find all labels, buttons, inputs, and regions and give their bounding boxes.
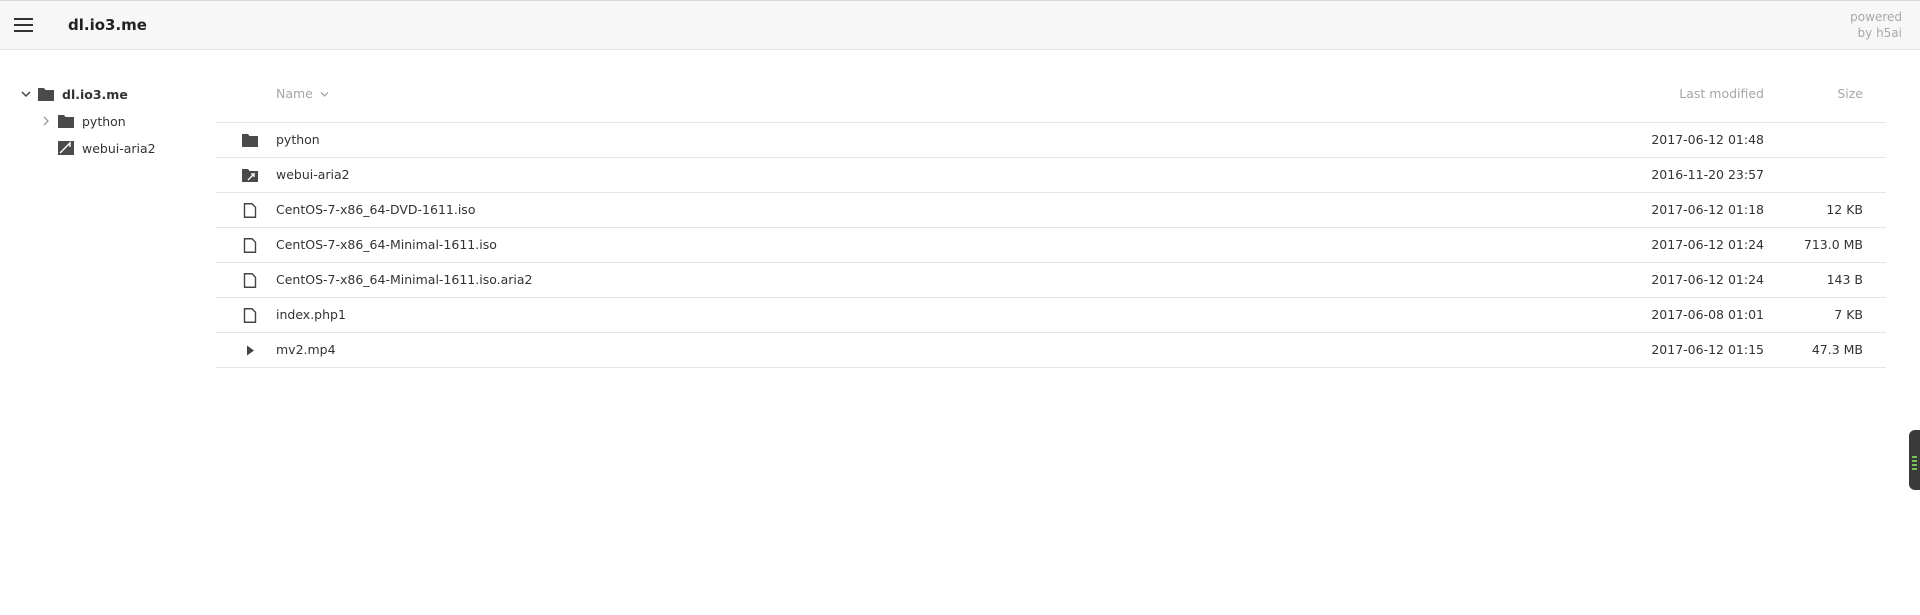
chevron-right-icon[interactable]	[40, 115, 52, 127]
tree-item-label: python	[82, 113, 126, 129]
file-modified: 2017-06-12 01:18	[1651, 202, 1764, 217]
file-size: 47.3 MB	[1811, 342, 1863, 357]
list-header: Name Last modified Size	[216, 82, 1886, 123]
column-name-label: Name	[276, 86, 313, 101]
list-item[interactable]: CentOS-7-x86_64-Minimal-1611.iso 2017-06…	[216, 228, 1886, 263]
sort-by-name[interactable]: Name	[276, 86, 330, 101]
list-item[interactable]: webui-aria2 2016-11-20 23:57	[216, 158, 1886, 193]
file-modified: 2017-06-12 01:48	[1651, 132, 1764, 147]
list-item[interactable]: python 2017-06-12 01:48	[216, 123, 1886, 158]
powered-line-2: by h5ai	[1857, 26, 1902, 40]
tree-item-python[interactable]: python	[40, 111, 126, 131]
site-title[interactable]: dl.io3.me	[68, 16, 147, 34]
file-size: 7 KB	[1834, 307, 1863, 322]
powered-line-1: powered	[1850, 10, 1902, 24]
sort-by-last-modified[interactable]: Last modified	[1679, 86, 1764, 101]
folder-icon	[242, 133, 258, 148]
list-item[interactable]: CentOS-7-x86_64-DVD-1611.iso 2017-06-12 …	[216, 193, 1886, 228]
folder-icon	[38, 87, 54, 101]
file-icon	[242, 273, 258, 288]
file-size: 143 B	[1826, 272, 1863, 287]
file-name: python	[276, 132, 320, 147]
powered-by-link[interactable]: powered by h5ai	[1850, 9, 1902, 41]
list-item[interactable]: mv2.mp4 2017-06-12 01:15 47.3 MB	[216, 333, 1886, 368]
list-item[interactable]: CentOS-7-x86_64-Minimal-1611.iso.aria2 2…	[216, 263, 1886, 298]
folder-icon	[58, 114, 74, 128]
tree-item-root[interactable]: dl.io3.me	[20, 84, 128, 104]
file-size: 713.0 MB	[1803, 237, 1863, 252]
list-item[interactable]: index.php1 2017-06-08 01:01 7 KB	[216, 298, 1886, 333]
side-extension-tab[interactable]	[1909, 430, 1920, 490]
file-name: CentOS-7-x86_64-DVD-1611.iso	[276, 202, 476, 217]
file-name: CentOS-7-x86_64-Minimal-1611.iso.aria2	[276, 272, 533, 287]
file-icon	[242, 308, 258, 323]
file-name: index.php1	[276, 307, 346, 322]
file-icon	[242, 203, 258, 218]
folder-link-icon	[58, 141, 74, 155]
file-modified: 2017-06-12 01:24	[1651, 272, 1764, 287]
file-modified: 2017-06-08 01:01	[1651, 307, 1764, 322]
folder-link-icon	[242, 168, 258, 183]
tree-item-label: dl.io3.me	[62, 86, 128, 102]
file-name: mv2.mp4	[276, 342, 336, 357]
file-icon	[242, 238, 258, 253]
hamburger-menu-icon[interactable]	[14, 18, 33, 32]
file-modified: 2017-06-12 01:15	[1651, 342, 1764, 357]
chevron-down-icon[interactable]	[20, 88, 32, 100]
file-name: CentOS-7-x86_64-Minimal-1611.iso	[276, 237, 497, 252]
top-bar: dl.io3.me powered by h5ai	[0, 1, 1920, 50]
file-size: 12 KB	[1826, 202, 1863, 217]
video-play-icon	[242, 343, 258, 358]
file-name: webui-aria2	[276, 167, 350, 182]
chevron-down-icon	[319, 88, 330, 99]
file-modified: 2017-06-12 01:24	[1651, 237, 1764, 252]
sort-by-size[interactable]: Size	[1837, 86, 1863, 101]
file-modified: 2016-11-20 23:57	[1651, 167, 1764, 182]
tree-item-label: webui-aria2	[82, 140, 156, 156]
tree-item-webui-aria2[interactable]: webui-aria2	[40, 138, 156, 158]
